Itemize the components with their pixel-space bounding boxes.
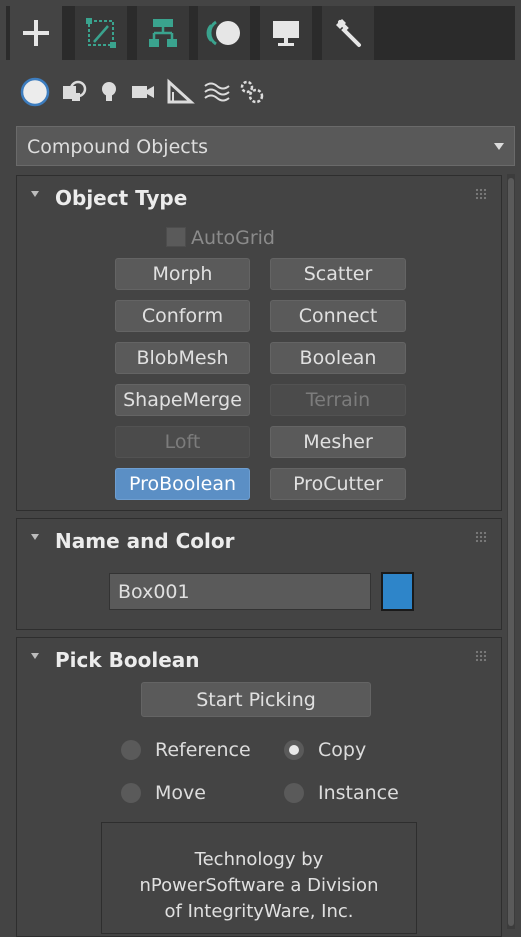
conform-button[interactable]: Conform xyxy=(115,300,250,332)
category-systems[interactable] xyxy=(235,66,269,118)
plus-icon xyxy=(23,20,49,46)
category-geometry[interactable] xyxy=(18,66,52,118)
instance-label: Instance xyxy=(318,782,399,804)
connect-button[interactable]: Connect xyxy=(270,300,406,332)
mesher-button[interactable]: Mesher xyxy=(270,426,406,458)
category-shapes[interactable] xyxy=(57,66,91,118)
autogrid-label: AutoGrid xyxy=(191,227,275,249)
category-dropdown[interactable]: Compound Objects xyxy=(16,126,515,166)
modify-icon xyxy=(86,18,116,48)
terrain-button[interactable]: Terrain xyxy=(270,384,406,416)
tab-hierarchy[interactable] xyxy=(137,6,189,60)
motion-icon xyxy=(206,20,240,46)
object-color-swatch[interactable] xyxy=(381,572,414,611)
rollout-name-and-color: Name and Color Box001 xyxy=(16,518,502,630)
display-icon xyxy=(273,21,299,46)
reference-radio[interactable] xyxy=(121,740,141,760)
hierarchy-icon xyxy=(149,19,177,47)
loft-button[interactable]: Loft xyxy=(115,426,250,458)
rollout-title[interactable]: Name and Color xyxy=(55,529,235,553)
shapes-icon xyxy=(63,80,87,101)
lights-icon xyxy=(102,82,116,101)
autogrid-checkbox[interactable] xyxy=(166,227,186,247)
tab-utilities[interactable] xyxy=(322,6,374,60)
geometry-icon xyxy=(20,77,50,107)
chevron-down-icon xyxy=(494,143,504,150)
scrollbar-thumb[interactable] xyxy=(508,178,514,926)
credits-line: of IntegrityWare, Inc. xyxy=(164,901,354,922)
boolean-button[interactable]: Boolean xyxy=(270,342,406,374)
tab-display[interactable] xyxy=(260,6,312,60)
move-radio[interactable] xyxy=(121,783,141,803)
shapemerge-button[interactable]: ShapeMerge xyxy=(115,384,250,416)
category-spacewarps[interactable] xyxy=(199,66,233,118)
drag-grip-icon[interactable] xyxy=(475,188,487,200)
collapse-triangle-icon[interactable] xyxy=(31,653,39,659)
credits-line: nPowerSoftware a Division xyxy=(139,875,379,896)
systems-icon xyxy=(240,80,264,104)
tab-create[interactable] xyxy=(10,6,62,60)
command-panel-tabs xyxy=(6,6,515,60)
tab-modify[interactable] xyxy=(75,6,127,60)
category-toolbar xyxy=(6,66,515,118)
morph-button[interactable]: Morph xyxy=(115,258,250,290)
credits-box: Technology by nPowerSoftware a Division … xyxy=(101,822,417,934)
wrench-icon xyxy=(336,19,361,47)
credits-line: Technology by xyxy=(194,849,324,870)
scatter-button[interactable]: Scatter xyxy=(270,258,406,290)
collapse-triangle-icon[interactable] xyxy=(31,534,39,540)
blobmesh-button[interactable]: BlobMesh xyxy=(115,342,250,374)
copy-radio[interactable] xyxy=(284,740,304,760)
rollout-pick-boolean: Pick Boolean Start Picking Reference Cop… xyxy=(16,637,502,937)
cameras-icon xyxy=(132,86,154,98)
helpers-icon xyxy=(167,78,195,104)
copy-label: Copy xyxy=(318,739,367,761)
rollout-title[interactable]: Object Type xyxy=(55,186,187,210)
drag-grip-icon[interactable] xyxy=(475,650,487,662)
collapse-triangle-icon[interactable] xyxy=(31,191,39,197)
start-picking-button[interactable]: Start Picking xyxy=(141,682,371,717)
category-helpers[interactable] xyxy=(163,66,197,118)
dropdown-value: Compound Objects xyxy=(27,136,209,158)
proboolean-button[interactable]: ProBoolean xyxy=(115,468,250,500)
tab-motion[interactable] xyxy=(198,6,250,60)
move-label: Move xyxy=(155,782,206,804)
procutter-button[interactable]: ProCutter xyxy=(270,468,406,500)
reference-label: Reference xyxy=(155,739,251,761)
drag-grip-icon[interactable] xyxy=(475,531,487,543)
instance-radio[interactable] xyxy=(284,783,304,803)
spacewarps-icon xyxy=(204,82,230,102)
rollout-object-type: Object Type AutoGrid Morph Scatter Confo… xyxy=(16,175,502,511)
category-cameras[interactable] xyxy=(126,66,160,118)
category-lights[interactable] xyxy=(92,66,126,118)
object-name-input[interactable]: Box001 xyxy=(109,573,371,610)
rollout-title[interactable]: Pick Boolean xyxy=(55,648,200,672)
